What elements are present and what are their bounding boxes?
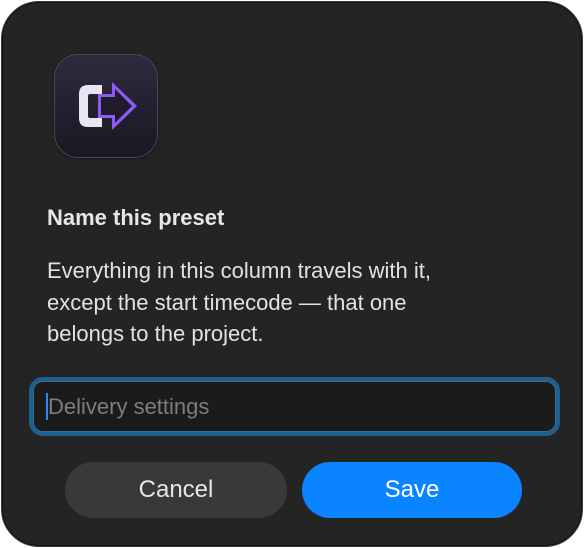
dialog-message: Everything in this column travels with i… (47, 255, 547, 350)
save-button[interactable]: Save (302, 462, 522, 518)
preset-name-dialog: Name this preset Everything in this colu… (1, 1, 583, 547)
app-icon (54, 54, 158, 158)
message-line: belongs to the project. (47, 321, 264, 346)
message-line: Everything in this column travels with i… (47, 258, 431, 283)
convert-arrow-icon (79, 82, 137, 130)
dialog-title: Name this preset (47, 205, 225, 230)
text-caret (46, 393, 48, 420)
message-line: except the start timecode — that one (47, 289, 407, 315)
preset-name-field-focus-ring (29, 377, 560, 436)
preset-name-input[interactable] (33, 381, 556, 432)
cancel-button[interactable]: Cancel (65, 462, 287, 518)
